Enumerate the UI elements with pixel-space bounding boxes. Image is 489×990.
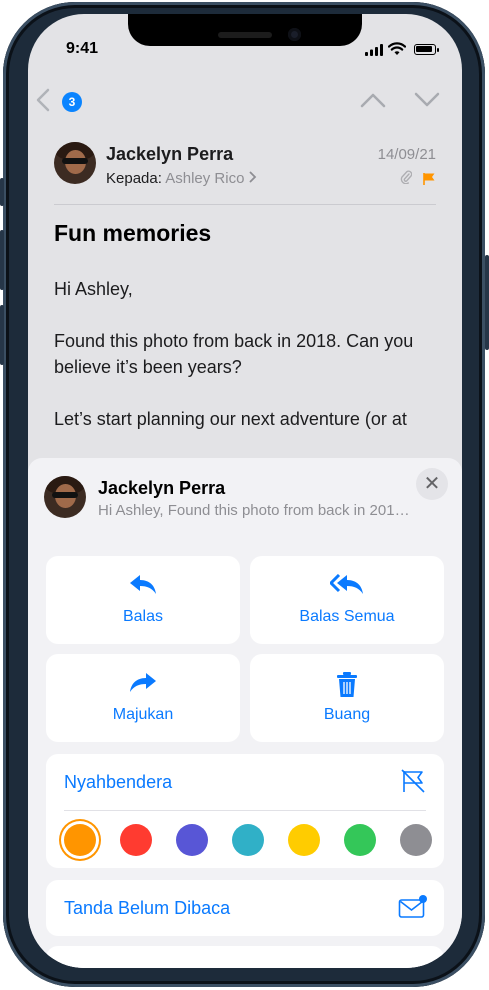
chevron-right-icon (249, 171, 256, 183)
mark-unread-card[interactable]: Tanda Belum Dibaca (46, 880, 444, 936)
volume-down-button (0, 305, 4, 365)
flag-color-swatch[interactable] (176, 824, 208, 856)
flag-color-swatch[interactable] (232, 824, 264, 856)
trash-icon (250, 672, 444, 703)
reply-label: Balas (122, 608, 164, 625)
front-camera (288, 28, 301, 41)
wifi-icon (388, 42, 406, 55)
speaker (218, 32, 272, 38)
battery-icon (414, 44, 439, 55)
message-date: 14/09/21 (377, 146, 436, 163)
sender-avatar[interactable] (54, 142, 96, 184)
flag-color-swatch[interactable] (400, 824, 432, 856)
sheet-sender-avatar (44, 476, 86, 518)
forward-arrow-icon (46, 672, 240, 699)
mail-nav-bar: 3 (28, 86, 462, 122)
cellular-signal-icon (365, 44, 383, 56)
next-action-card[interactable] (46, 946, 444, 968)
status-time: 9:41 (66, 40, 99, 57)
close-icon: ✕ (423, 473, 441, 495)
unread-count-badge[interactable]: 3 (62, 92, 82, 112)
flag-color-swatch[interactable] (64, 824, 96, 856)
notch (128, 14, 362, 46)
reply-arrow-icon (46, 574, 240, 601)
recipient-prefix: Kepada: (106, 170, 162, 187)
power-button (485, 255, 489, 350)
volume-up-button (0, 230, 4, 290)
message-actions-sheet: Jackelyn Perra Hi Ashley, Found this pho… (28, 458, 462, 968)
previous-message-chevron-up-icon[interactable] (360, 92, 386, 113)
screen: 9:41 3 Jackelyn Perra Kepada: Ashley Ric… (28, 14, 462, 968)
reply-all-button[interactable]: Balas Semua (250, 556, 444, 644)
sheet-sender-name: Jackelyn Perra (98, 478, 226, 498)
unflag-option[interactable]: Nyahbendera (64, 772, 172, 793)
flag-icon (423, 173, 435, 185)
attachment-paperclip-icon (400, 170, 413, 187)
back-chevron-icon[interactable] (36, 88, 50, 119)
mark-unread-label: Tanda Belum Dibaca (64, 898, 231, 918)
body-paragraph: Let’s start planning our next adventure … (54, 409, 407, 429)
body-paragraph: Hi Ashley, (54, 279, 133, 299)
flag-slash-icon (401, 769, 425, 793)
forward-button[interactable]: Majukan (46, 654, 240, 742)
recipient-name: Ashley Rico (165, 170, 245, 187)
reply-button[interactable]: Balas (46, 556, 240, 644)
message-body[interactable]: Hi Ashley, Found this photo from back in… (54, 276, 440, 458)
mute-switch (0, 178, 4, 206)
trash-label: Buang (323, 706, 371, 723)
recipient-line[interactable]: Kepada: Ashley Rico (106, 170, 257, 187)
close-button[interactable]: ✕ (416, 468, 448, 500)
unread-envelope-icon (398, 895, 427, 918)
flag-card: Nyahbendera (46, 754, 444, 868)
trash-button[interactable]: Buang (250, 654, 444, 742)
flag-card-separator (64, 810, 426, 811)
forward-label: Majukan (112, 706, 174, 723)
sender-name[interactable]: Jackelyn Perra (106, 144, 233, 165)
sheet-message-preview: Hi Ashley, Found this photo from back in… (98, 502, 414, 519)
flag-color-swatch[interactable] (120, 824, 152, 856)
flag-color-swatch[interactable] (344, 824, 376, 856)
reply-all-arrow-icon (250, 573, 444, 601)
header-divider (54, 204, 436, 205)
message-subject: Fun memories (54, 220, 212, 246)
flag-color-swatch[interactable] (288, 824, 320, 856)
body-paragraph: Found this photo from back in 2018. Can … (54, 331, 414, 377)
next-message-chevron-down-icon[interactable] (414, 92, 440, 113)
reply-all-label: Balas Semua (299, 608, 395, 625)
